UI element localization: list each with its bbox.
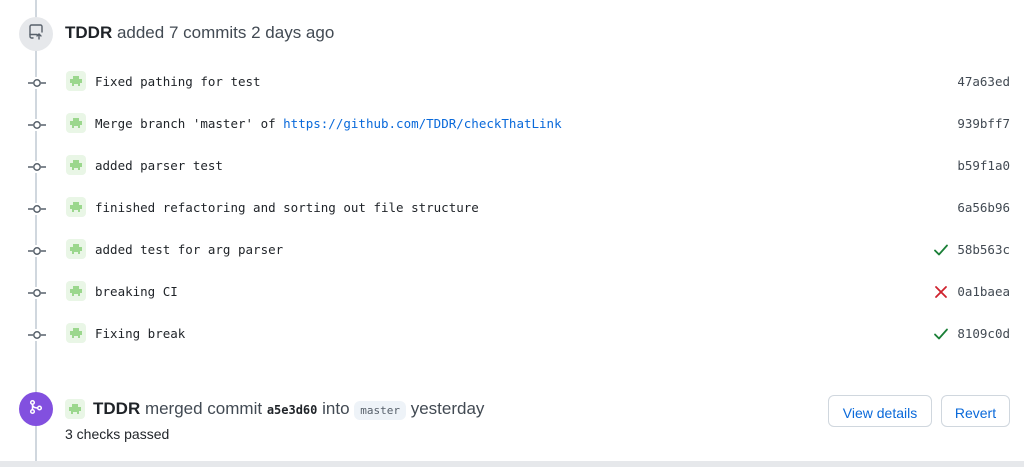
merge-author[interactable]: TDDR: [93, 399, 140, 418]
merge-commit-sha[interactable]: a5e3d60: [267, 403, 318, 417]
commit-message[interactable]: finished refactoring and sorting out fil…: [95, 199, 479, 217]
commit-sha[interactable]: 939bff7: [957, 115, 1010, 133]
commit-row: breaking CI 0a1baea: [0, 281, 1024, 305]
revert-button[interactable]: Revert: [941, 395, 1010, 427]
commit-sha[interactable]: b59f1a0: [957, 157, 1010, 175]
commit-message[interactable]: Merge branch 'master' of https://github.…: [95, 115, 562, 133]
merge-verb: merged commit: [140, 399, 267, 418]
push-event-header: TDDR added 7 commits 2 days ago: [65, 22, 334, 44]
avatar[interactable]: [65, 399, 85, 419]
push-event-badge: [19, 17, 53, 51]
git-commit-icon: [27, 77, 47, 89]
commit-sha[interactable]: 58b563c: [957, 241, 1010, 259]
git-commit-icon: [27, 245, 47, 257]
avatar[interactable]: [66, 113, 86, 133]
git-commit-icon: [27, 161, 47, 173]
commit-row: Fixed pathing for test 47a63ed: [0, 71, 1024, 95]
commit-message[interactable]: breaking CI: [95, 283, 178, 301]
commit-sha[interactable]: 0a1baea: [957, 283, 1010, 301]
merge-time: yesterday: [406, 399, 485, 418]
avatar[interactable]: [66, 281, 86, 301]
avatar[interactable]: [66, 155, 86, 175]
commit-message[interactable]: added test for arg parser: [95, 241, 283, 259]
check-icon[interactable]: [933, 326, 949, 342]
commit-sha[interactable]: 8109c0d: [957, 325, 1010, 343]
commit-message[interactable]: Fixed pathing for test: [95, 73, 261, 91]
merge-into: into: [317, 399, 355, 418]
commit-sha[interactable]: 47a63ed: [957, 73, 1010, 91]
commit-row: Fixing break 8109c0d: [0, 323, 1024, 347]
avatar[interactable]: [66, 323, 86, 343]
commit-message-link[interactable]: https://github.com/TDDR/checkThatLink: [283, 116, 561, 131]
branch-label[interactable]: master: [354, 401, 406, 420]
commit-row: finished refactoring and sorting out fil…: [0, 197, 1024, 221]
repo-push-icon: [28, 23, 44, 45]
merge-event-badge: [19, 392, 53, 426]
commit-message-text[interactable]: Merge branch 'master' of: [95, 116, 283, 131]
push-author[interactable]: TDDR: [65, 23, 112, 42]
commit-message[interactable]: Fixing break: [95, 325, 185, 343]
checks-status[interactable]: 3 checks passed: [65, 426, 169, 442]
check-icon[interactable]: [933, 242, 949, 258]
commit-row: added test for arg parser 58b563c: [0, 239, 1024, 263]
git-commit-icon: [27, 119, 47, 131]
commit-message[interactable]: added parser test: [95, 157, 223, 175]
bottom-divider: [0, 461, 1024, 467]
commit-row: Merge branch 'master' of https://github.…: [0, 113, 1024, 137]
commit-row: added parser test b59f1a0: [0, 155, 1024, 179]
avatar[interactable]: [66, 239, 86, 259]
avatar[interactable]: [66, 197, 86, 217]
git-commit-icon: [27, 203, 47, 215]
commit-sha[interactable]: 6a56b96: [957, 199, 1010, 217]
push-event-text: added 7 commits 2 days ago: [112, 23, 335, 42]
x-icon[interactable]: [933, 284, 949, 300]
git-commit-icon: [27, 287, 47, 299]
view-details-button[interactable]: View details: [828, 395, 932, 427]
git-merge-icon: [28, 399, 44, 420]
git-commit-icon: [27, 329, 47, 341]
avatar[interactable]: [66, 71, 86, 91]
